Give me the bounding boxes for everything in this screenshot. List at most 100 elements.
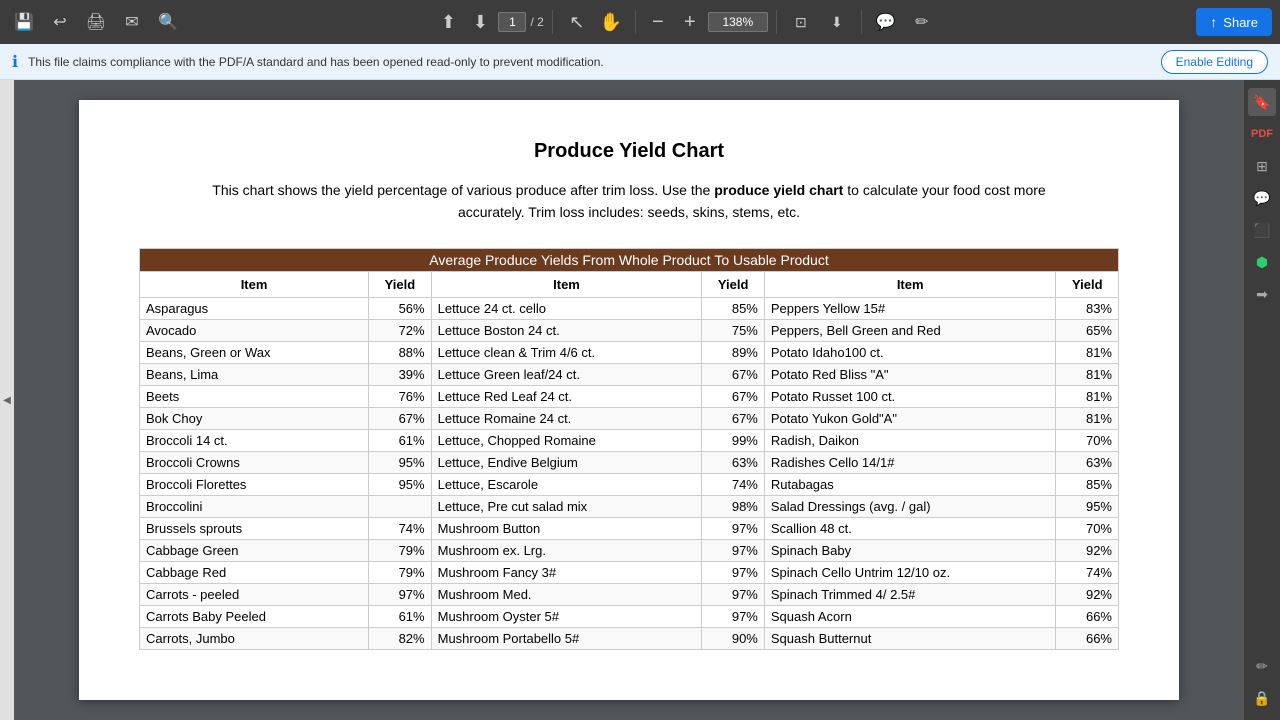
download-icon[interactable]: ⬇	[821, 6, 853, 38]
sidebar-pen-icon[interactable]: ✏	[1248, 652, 1276, 680]
yield-cell: 95%	[369, 473, 431, 495]
zoom-in-button[interactable]: +	[676, 8, 704, 36]
item-cell: Scallion 48 ct.	[764, 517, 1056, 539]
zoom-level-display[interactable]: 138%	[708, 12, 768, 32]
yield-cell: 90%	[702, 627, 764, 649]
yield-cell: 75%	[702, 319, 764, 341]
item-cell: Beans, Green or Wax	[140, 341, 369, 363]
yield-cell: 85%	[1056, 473, 1119, 495]
item-cell: Peppers, Bell Green and Red	[764, 319, 1056, 341]
yield-cell: 79%	[369, 561, 431, 583]
item-cell: Lettuce Boston 24 ct.	[431, 319, 702, 341]
table-row: Broccoli 14 ct.61%Lettuce, Chopped Romai…	[140, 429, 1119, 451]
item-cell: Lettuce Red Leaf 24 ct.	[431, 385, 702, 407]
draw-icon[interactable]: ✏	[906, 6, 938, 38]
sidebar-apps-icon[interactable]: ⬛	[1248, 216, 1276, 244]
search-icon[interactable]: 🔍	[152, 6, 184, 38]
enable-editing-button[interactable]: Enable Editing	[1161, 50, 1268, 74]
next-page-button[interactable]: ⬇	[466, 8, 494, 36]
share-button[interactable]: ↑ Share	[1196, 8, 1272, 36]
yield-cell: 98%	[702, 495, 764, 517]
item-cell: Radish, Daikon	[764, 429, 1056, 451]
item-cell: Mushroom Portabello 5#	[431, 627, 702, 649]
yield-cell: 97%	[702, 539, 764, 561]
table-row: BroccoliniLettuce, Pre cut salad mix98%S…	[140, 495, 1119, 517]
yield-cell: 61%	[369, 429, 431, 451]
left-panel-toggle[interactable]: ◀	[0, 80, 14, 720]
yield-cell: 67%	[369, 407, 431, 429]
col-header-yield1: Yield	[369, 271, 431, 297]
yield-cell: 85%	[702, 297, 764, 319]
item-cell: Carrots, Jumbo	[140, 627, 369, 649]
save-icon[interactable]: 💾	[8, 6, 40, 38]
item-cell: Potato Red Bliss "A"	[764, 363, 1056, 385]
sidebar-layers-icon[interactable]: ⊞	[1248, 152, 1276, 180]
yield-cell: 82%	[369, 627, 431, 649]
desc-part1: This chart shows the yield percentage of…	[212, 182, 714, 198]
yield-cell: 99%	[702, 429, 764, 451]
item-cell: Potato Yukon Gold"A"	[764, 407, 1056, 429]
main-area: ◀ Produce Yield Chart This chart shows t…	[0, 80, 1280, 720]
cursor-select-icon[interactable]: ↖	[561, 6, 593, 38]
item-cell: Cabbage Red	[140, 561, 369, 583]
yield-cell: 70%	[1056, 429, 1119, 451]
yield-cell: 67%	[702, 363, 764, 385]
col-header-row: Item Yield Item Yield Item Yield	[140, 271, 1119, 297]
sidebar-chat-icon[interactable]: 💬	[1248, 184, 1276, 212]
yield-cell: 63%	[1056, 451, 1119, 473]
item-cell: Lettuce 24 ct. cello	[431, 297, 702, 319]
separator-3	[776, 10, 777, 34]
yield-cell: 39%	[369, 363, 431, 385]
table-row: Asparagus56%Lettuce 24 ct. cello85%Peppe…	[140, 297, 1119, 319]
item-cell: Potato Idaho100 ct.	[764, 341, 1056, 363]
cursor-pan-icon[interactable]: ✋	[595, 6, 627, 38]
separator-4	[861, 10, 862, 34]
yield-cell: 81%	[1056, 363, 1119, 385]
yield-cell: 74%	[702, 473, 764, 495]
item-cell: Lettuce, Escarole	[431, 473, 702, 495]
table-row: Beans, Lima39%Lettuce Green leaf/24 ct.6…	[140, 363, 1119, 385]
yield-cell: 95%	[1056, 495, 1119, 517]
item-cell: Mushroom Oyster 5#	[431, 605, 702, 627]
yield-cell: 74%	[369, 517, 431, 539]
pdf-area[interactable]: Produce Yield Chart This chart shows the…	[14, 80, 1244, 720]
item-cell: Carrots Baby Peeled	[140, 605, 369, 627]
toolbar: 💾 ↩ 🖨 ✉ 🔍 ⬆ ⬇ 1 / 2 ↖ ✋ − + 138% ⊡ ⬇ 💬 ✏…	[0, 0, 1280, 44]
cursor-tools: ↖ ✋	[561, 6, 627, 38]
yield-cell: 66%	[1056, 605, 1119, 627]
zoom-out-button[interactable]: −	[644, 8, 672, 36]
page-number-input[interactable]: 1	[498, 12, 526, 32]
sidebar-bookmark-icon[interactable]: 🔖	[1248, 88, 1276, 116]
comment-icon[interactable]: 💬	[870, 6, 902, 38]
prev-page-button[interactable]: ⬆	[434, 8, 462, 36]
sidebar-arrow-right-icon[interactable]: ➡	[1248, 280, 1276, 308]
yield-cell: 95%	[369, 451, 431, 473]
back-icon[interactable]: ↩	[44, 6, 76, 38]
col-header-item1: Item	[140, 271, 369, 297]
item-cell: Mushroom ex. Lrg.	[431, 539, 702, 561]
item-cell: Rutabagas	[764, 473, 1056, 495]
yield-cell: 67%	[702, 385, 764, 407]
yield-cell: 72%	[369, 319, 431, 341]
table-row: Beans, Green or Wax88%Lettuce clean & Tr…	[140, 341, 1119, 363]
sidebar-green-icon[interactable]: ⬢	[1248, 248, 1276, 276]
item-cell: Brussels sprouts	[140, 517, 369, 539]
item-cell: Spinach Baby	[764, 539, 1056, 561]
col-header-item3: Item	[764, 271, 1056, 297]
share-label: Share	[1223, 15, 1258, 30]
table-body: Asparagus56%Lettuce 24 ct. cello85%Peppe…	[140, 297, 1119, 649]
item-cell: Broccoli 14 ct.	[140, 429, 369, 451]
fit-page-icon[interactable]: ⊡	[785, 6, 817, 38]
item-cell: Bok Choy	[140, 407, 369, 429]
col-header-yield3: Yield	[1056, 271, 1119, 297]
sidebar-pdf-icon[interactable]: PDF	[1248, 120, 1276, 148]
table-row: Bok Choy67%Lettuce Romaine 24 ct.67%Pota…	[140, 407, 1119, 429]
toolbar-center: ⬆ ⬇ 1 / 2 ↖ ✋ − + 138% ⊡ ⬇ 💬 ✏	[188, 6, 1184, 38]
item-cell: Lettuce, Pre cut salad mix	[431, 495, 702, 517]
email-icon[interactable]: ✉	[116, 6, 148, 38]
separator-1	[552, 10, 553, 34]
desc-highlight: produce yield chart	[714, 182, 843, 198]
print-icon[interactable]: 🖨	[80, 6, 112, 38]
sidebar-lock-icon[interactable]: 🔒	[1248, 684, 1276, 712]
item-cell: Lettuce Romaine 24 ct.	[431, 407, 702, 429]
